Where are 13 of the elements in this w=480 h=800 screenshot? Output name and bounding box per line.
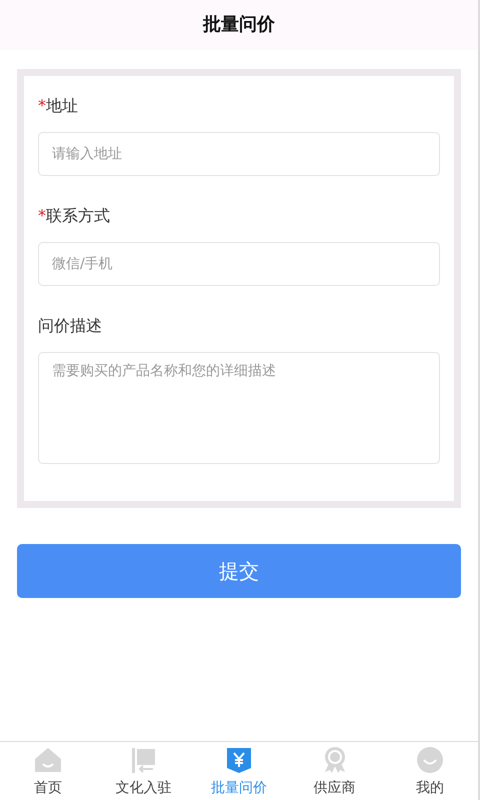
tab-item[interactable]: 供应商: [286, 742, 382, 800]
field-label: 问价描述: [38, 315, 103, 337]
field-label: *地址: [38, 95, 79, 117]
tab-item[interactable]: 我的: [382, 742, 478, 800]
input-field[interactable]: 微信/手机: [38, 242, 440, 286]
tab-item[interactable]: 文化入驻: [96, 742, 192, 800]
textarea-field[interactable]: 需要购买的产品名称和您的详细描述: [38, 352, 440, 464]
input-field[interactable]: 请输入地址: [38, 132, 440, 176]
field-label: *联系方式: [38, 205, 111, 227]
page-title: 批量问价: [203, 14, 275, 36]
smiley-icon: [415, 745, 446, 775]
tab-item[interactable]: 首页: [0, 742, 96, 800]
home-icon: [32, 745, 63, 775]
